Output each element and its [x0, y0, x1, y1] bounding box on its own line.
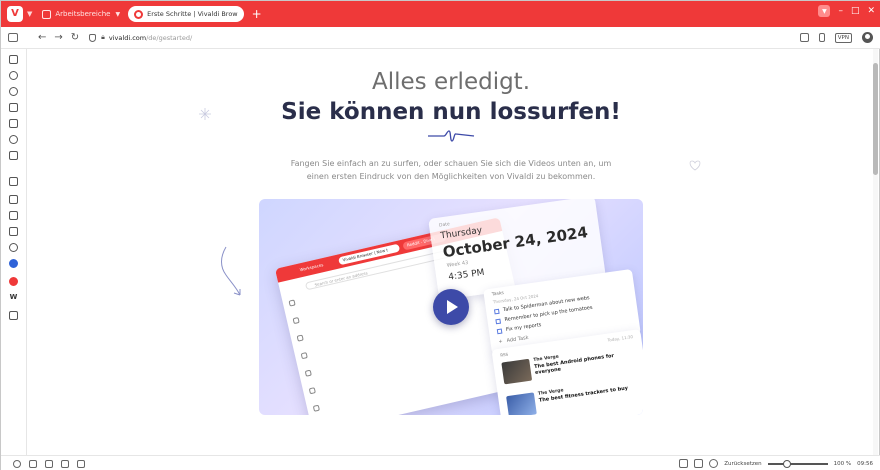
workspaces-label: Arbeitsbereiche [55, 10, 111, 18]
new-tab-button[interactable]: + [252, 8, 262, 20]
tab-list-button[interactable]: ▼ [818, 5, 831, 17]
chevron-down-icon: ▼ [115, 10, 121, 18]
side-panel: W [1, 49, 27, 455]
tasks-card-title: Tasks [491, 290, 505, 298]
panel-toggle-icon[interactable] [8, 33, 18, 42]
browser-window: V ▼ Arbeitsbereiche ▼ Erste Schritte | V… [0, 0, 880, 470]
status-bar-right: Zurücksetzen 100 % 09:56 [679, 459, 873, 468]
feeds-icon[interactable] [9, 211, 18, 220]
download-icon[interactable] [9, 71, 18, 80]
page-title: Alles erledigt. [371, 69, 531, 95]
shield-icon[interactable] [89, 33, 97, 42]
profile-avatar[interactable] [862, 32, 873, 43]
checkbox-icon [496, 328, 503, 334]
notes-icon[interactable] [9, 103, 18, 112]
checkbox-icon [495, 318, 501, 324]
tab-stack-icon[interactable] [29, 459, 37, 468]
back-button[interactable]: ← [38, 32, 46, 43]
address-bar: ← → ↻ 🔒︎ vivaldi.com/de/gestarted/ VPN [1, 27, 880, 49]
task-text: Fix my reports [505, 322, 542, 333]
tab-title: Erste Schritte | Vivaldi Brow [147, 10, 238, 18]
date-card-week: Week 43 [446, 259, 469, 269]
sync-icon[interactable] [13, 459, 21, 468]
video-mock-tab: Workspaces [299, 262, 324, 273]
reload-button[interactable]: ↻ [71, 32, 79, 43]
plus-icon: + [498, 338, 504, 346]
clock-icon[interactable] [709, 459, 719, 468]
forward-button[interactable]: → [54, 32, 62, 43]
feed-card-time: Today, 11:30 [607, 334, 634, 343]
feed-card-title: RSS [499, 351, 509, 358]
page-content: Alles erledigt. Sie können nun lossurfen… [28, 49, 874, 455]
add-panel-icon[interactable] [9, 311, 18, 320]
intro-video[interactable]: Workspaces Vivaldi Browser | New t Reddi… [259, 199, 643, 415]
window-icon[interactable] [9, 119, 18, 128]
scrollbar-thumb[interactable] [873, 63, 878, 175]
home-icon[interactable] [45, 459, 53, 468]
vivaldi-logo-icon: V [11, 8, 19, 19]
maximize-button[interactable]: □ [851, 6, 860, 16]
wikipedia-icon[interactable]: W [9, 293, 18, 302]
feed-headline: The best Android phones for everyone [533, 352, 615, 376]
page-heading: Sie können nun lossurfen! [281, 99, 621, 125]
close-button[interactable]: ✕ [867, 6, 875, 16]
add-task: + Add Task [498, 335, 529, 345]
url-path: /de/gestarted/ [146, 33, 193, 42]
bookmark-page-icon[interactable] [818, 33, 825, 42]
video-mock-sidebar [287, 299, 326, 415]
feed-thumbnail [506, 392, 537, 415]
window-controls: ▼ – □ ✕ [818, 5, 875, 17]
status-bar: Zurücksetzen 100 % 09:56 [1, 455, 880, 470]
url-host: vivaldi.com [108, 33, 147, 42]
address-bar-actions: VPN [799, 32, 873, 43]
workspaces-button[interactable]: Arbeitsbereiche ▼ [42, 9, 121, 19]
feed-thumbnail [501, 358, 533, 385]
chevron-down-icon[interactable]: ▼ [27, 10, 32, 18]
reader-view-icon[interactable] [799, 33, 809, 42]
vivaldi-menu-button[interactable]: V [7, 6, 23, 22]
translate-icon[interactable] [9, 151, 18, 160]
task-item: Fix my reports [496, 322, 542, 334]
workspaces-icon [42, 9, 52, 19]
vivaldi-panel-icon[interactable] [9, 277, 18, 286]
play-button[interactable] [433, 289, 469, 325]
date-card-label: Date [438, 222, 451, 229]
zoom-slider[interactable] [767, 459, 828, 468]
bookmark-icon[interactable] [9, 55, 18, 64]
mastodon-icon[interactable] [9, 259, 18, 268]
page-actions-icon[interactable] [679, 459, 689, 468]
image-toggle-icon[interactable] [694, 459, 704, 468]
history-icon[interactable] [9, 87, 18, 96]
lock-icon[interactable]: 🔒︎ [101, 33, 105, 42]
tab-bar: V ▼ Arbeitsbereiche ▼ Erste Schritte | V… [1, 1, 880, 27]
doodle-arrow-icon [221, 246, 241, 296]
page-subtitle: Fangen Sie einfach an zu surfen, oder sc… [28, 157, 874, 183]
heart-icon [689, 160, 701, 171]
capture-icon[interactable] [61, 459, 69, 468]
url-field[interactable]: 🔒︎ vivaldi.com/de/gestarted/ [89, 33, 192, 42]
add-task-label: Add Task [506, 334, 529, 344]
tiling-icon[interactable] [77, 459, 85, 468]
tab-active[interactable]: Erste Schritte | Vivaldi Brow [128, 6, 244, 22]
vivaldi-favicon-icon [134, 9, 144, 19]
zoom-level: 100 % [833, 460, 852, 467]
reading-list-icon[interactable] [9, 135, 18, 144]
sparkle-icon [199, 108, 211, 120]
checkbox-icon [493, 308, 500, 314]
decorative-squiggle [428, 130, 475, 142]
subtitle-line: Fangen Sie einfach an zu surfen, oder sc… [290, 159, 612, 168]
minimize-button[interactable]: – [838, 6, 843, 16]
vpn-button[interactable]: VPN [834, 32, 852, 43]
zoom-reset-button[interactable]: Zurücksetzen [724, 461, 761, 467]
contacts-icon[interactable] [9, 227, 18, 236]
subtitle-line: einen ersten Eindruck von den Möglichkei… [306, 172, 596, 181]
tasks-icon[interactable] [9, 243, 18, 252]
zoom-slider-knob[interactable] [783, 459, 792, 468]
mail-icon[interactable] [9, 177, 18, 186]
clock: 09:56 [857, 460, 873, 467]
date-card-time: 4:35 PM [447, 267, 486, 283]
calendar-icon[interactable] [9, 195, 18, 204]
